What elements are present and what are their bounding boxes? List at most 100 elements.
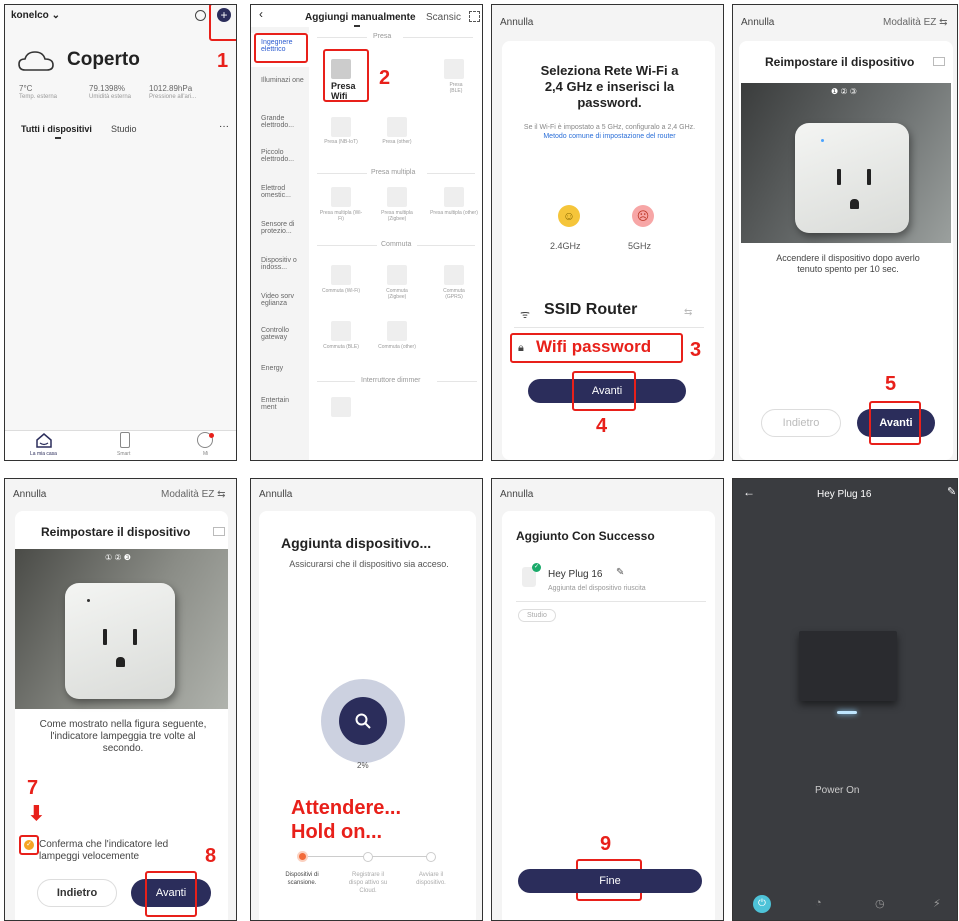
section-presa: Presa (373, 33, 392, 40)
temp-label: Temp. esterna (19, 94, 58, 100)
nav-me[interactable]: Mi (203, 451, 208, 457)
device-label[interactable]: Commuta (GPRS) (434, 288, 474, 300)
timer-icon[interactable]: ◔ (815, 897, 822, 909)
scan-icon[interactable] (469, 11, 480, 22)
device-tile[interactable] (444, 59, 464, 79)
device-tile[interactable] (331, 187, 351, 207)
device-tile[interactable] (387, 187, 407, 207)
adding-sub: Assicurarsi che il dispositivo sia acces… (289, 559, 449, 569)
device-label[interactable]: Commuta (Wi-Fi) (321, 288, 361, 294)
cancel-link[interactable]: Annulla (259, 489, 292, 500)
cat-item[interactable]: Piccolo elettrodo... (261, 149, 305, 163)
device-tile[interactable] (387, 117, 407, 137)
more-icon[interactable]: ··· (219, 121, 229, 132)
plug-image (795, 123, 909, 233)
panel-wifi: Annulla Seleziona Rete Wi-Fi a 2,4 GHz e… (491, 4, 724, 461)
password-field[interactable]: Wifi password (536, 337, 651, 357)
device-label[interactable]: Presa (NB-IoT) (323, 139, 359, 145)
step-7: 7 (27, 777, 39, 799)
mode-link[interactable]: Modalità EZ ⇆ (161, 489, 226, 500)
edit-icon[interactable]: ✎ (947, 485, 956, 498)
scan-tab[interactable]: Scansic (426, 12, 461, 23)
mode-link[interactable]: Modalità EZ ⇆ (883, 17, 948, 28)
switch-panel[interactable] (799, 631, 897, 701)
device-tile[interactable] (444, 187, 464, 207)
device-label[interactable]: Presa (BLE) (444, 82, 468, 94)
cat-item[interactable]: Sensore di protezio... (261, 221, 305, 235)
step-dots: ① ② ❸ (105, 553, 131, 562)
cat-item[interactable]: Elettrod omestic... (261, 185, 305, 199)
panel-confirm: Annulla Modalità EZ ⇆ Reimpostare il dis… (4, 478, 237, 921)
power-button[interactable]: ⏻ (753, 895, 771, 913)
home-icon[interactable] (35, 432, 53, 449)
cat-item[interactable]: Video sorv eglianza (261, 293, 305, 307)
device-label[interactable]: Presa multipla (Zigbee) (373, 210, 421, 222)
device-tile[interactable] (387, 321, 407, 341)
nav-smart[interactable]: Smart (117, 451, 130, 457)
section-multi: Presa multipla (371, 169, 416, 176)
device-label[interactable]: Presa multipla (Wi-Fi) (317, 210, 365, 222)
hum-value: 79.1398% (89, 84, 126, 93)
edit-icon[interactable]: ✎ (616, 567, 624, 578)
cancel-link[interactable]: Annulla (13, 489, 46, 500)
energy-icon[interactable]: ⚡︎ (933, 897, 941, 910)
device-label[interactable]: Commuta (Zigbee) (377, 288, 417, 300)
cat-item[interactable]: Grande elettrodo... (261, 115, 305, 129)
socket-ground (850, 199, 859, 209)
back-button[interactable]: Indietro (761, 409, 841, 437)
step-2: 2 (379, 67, 391, 89)
done-button[interactable]: Fine (518, 869, 702, 893)
confirm-title: Reimpostare il dispositivo (41, 525, 191, 539)
success-check-icon: ✓ (532, 563, 541, 572)
smart-icon[interactable] (120, 432, 130, 448)
back-button[interactable]: Indietro (37, 879, 117, 907)
device-tile[interactable] (331, 321, 351, 341)
cancel-link[interactable]: Annulla (500, 489, 533, 500)
cat-item[interactable]: Energy (261, 365, 305, 372)
socket-slot (867, 169, 871, 185)
wait-label-it: Attendere... (291, 797, 402, 819)
hum-label: Umidità esterna (89, 94, 132, 100)
tab-studio[interactable]: Studio (111, 124, 137, 134)
device-label[interactable]: Commuta (other) (377, 344, 417, 350)
panel-adding: Annulla Aggiunta dispositivo... Assicura… (250, 478, 483, 921)
device-tile[interactable] (387, 265, 407, 285)
nav-home[interactable]: La mia casa (30, 451, 57, 457)
socket-slot (133, 629, 137, 645)
switch-led (837, 711, 857, 714)
back-icon[interactable]: ‹ (259, 7, 263, 21)
device-tile[interactable] (331, 397, 351, 417)
cat-item[interactable]: Illuminazi one (261, 77, 305, 84)
video-icon[interactable] (213, 527, 225, 536)
cat-item[interactable]: Entertain ment (261, 397, 305, 411)
device-tile[interactable] (444, 265, 464, 285)
step-1: 1 (217, 50, 229, 72)
room-chip[interactable]: Studio (518, 609, 556, 622)
switch-network-icon[interactable]: ⇆ (684, 307, 692, 318)
ssid-field[interactable]: SSID Router (544, 301, 637, 319)
band-5: 5GHz (628, 241, 652, 251)
device-tile[interactable] (331, 265, 351, 285)
schedule-icon[interactable]: ◷ (875, 897, 885, 910)
cat-item[interactable]: Controllo gateway (261, 327, 305, 341)
router-link[interactable]: Metodo comune di impostazione del router (543, 133, 675, 140)
checkbox[interactable]: ✓ (24, 840, 34, 850)
device-label[interactable]: Presa (other) (381, 139, 413, 145)
profile-icon[interactable] (195, 10, 206, 21)
tab-all-devices[interactable]: Tutti i dispositivi (21, 124, 92, 134)
divider (317, 245, 377, 246)
video-icon[interactable] (933, 57, 945, 66)
cat-item[interactable]: Dispositiv o indoss... (261, 257, 305, 271)
device-label[interactable]: Presa multipla (other) (429, 210, 479, 216)
device-tile[interactable] (331, 117, 351, 137)
divider (403, 37, 473, 38)
device-label[interactable]: Commuta (BLE) (321, 344, 361, 350)
confirm-check-text[interactable]: Conferma che l'indicatore led lampeggi v… (39, 839, 199, 863)
wifi-desc-text: Se il Wi-Fi è impostato a 5 GHz, configu… (523, 124, 696, 131)
home-selector[interactable]: konelco ⌄ (11, 10, 60, 21)
cancel-link[interactable]: Annulla (741, 17, 774, 28)
panel-device: ← Hey Plug 16 ✎ Power On ⏻ ◔ ◷ ⚡︎ (732, 478, 958, 921)
led (821, 139, 824, 142)
cancel-link[interactable]: Annulla (500, 17, 533, 28)
back-icon[interactable]: ← (743, 485, 755, 499)
